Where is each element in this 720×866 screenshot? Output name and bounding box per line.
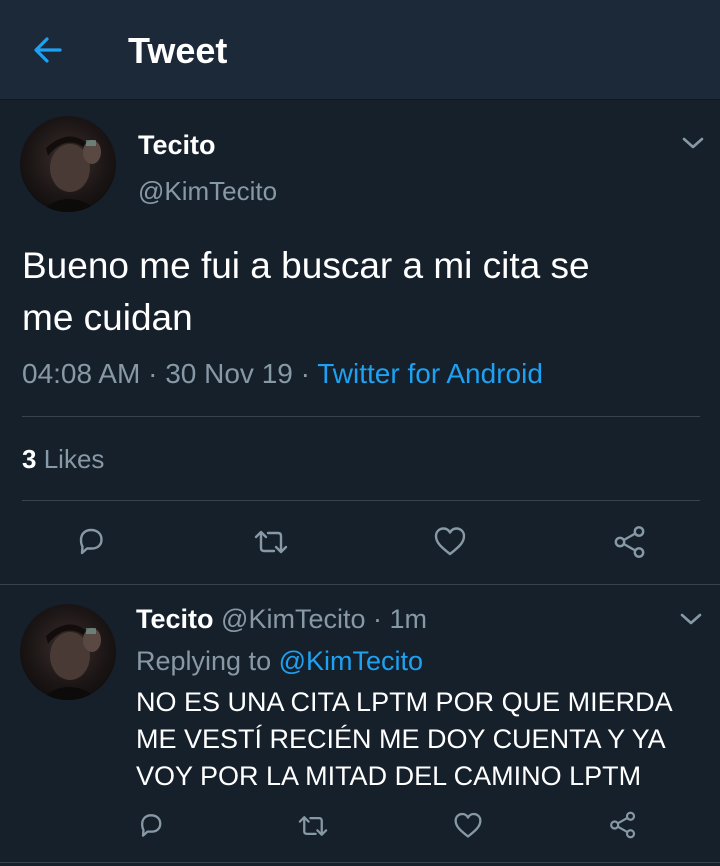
tweet-text-line: Bueno me fui a buscar a mi cita se [22, 245, 590, 286]
share-icon[interactable] [612, 524, 648, 560]
avatar[interactable] [20, 116, 116, 212]
page-title: Tweet [128, 30, 228, 71]
tweet-meta: 04:08 AM · 30 Nov 19 · Twitter for Andro… [22, 358, 543, 390]
meta-separator: · [373, 604, 382, 634]
tweet-date: 30 Nov 19 [165, 358, 293, 389]
retweet-icon[interactable] [296, 812, 330, 840]
replying-label: Replying to [136, 646, 272, 676]
divider [22, 500, 700, 501]
likes-number: 3 [22, 444, 37, 474]
reply-icon[interactable] [74, 524, 108, 558]
share-icon[interactable] [608, 810, 638, 840]
reply-text: NO ES UNA CITA LPTM POR QUE MIERDA ME VE… [136, 684, 696, 795]
likes-count[interactable]: 3 Likes [22, 444, 104, 475]
chevron-down-icon[interactable] [680, 134, 706, 152]
reply-text-line: ME VESTÍ RECIÉN ME DOY CUENTA Y YA [136, 724, 666, 754]
tweet-text-line: me cuidan [22, 297, 193, 338]
reply-text-line: VOY POR LA MITAD DEL CAMINO LPTM [136, 761, 642, 791]
like-icon[interactable] [452, 810, 484, 840]
divider [0, 584, 720, 585]
divider [0, 862, 720, 863]
top-bar: Tweet [0, 0, 720, 100]
user-handle[interactable]: @KimTecito [221, 604, 365, 634]
reply-header: Tecito @KimTecito · 1m [136, 604, 427, 635]
back-arrow-icon[interactable] [30, 32, 66, 68]
reply-icon[interactable] [136, 810, 166, 840]
tweet-source-link[interactable]: Twitter for Android [317, 358, 543, 389]
tweet-text: Bueno me fui a buscar a mi cita se me cu… [22, 240, 702, 344]
like-icon[interactable] [432, 524, 468, 558]
avatar[interactable] [20, 604, 116, 700]
mention-link[interactable]: @KimTecito [279, 646, 423, 676]
user-handle[interactable]: @KimTecito [138, 176, 277, 207]
replying-to: Replying to @KimTecito [136, 646, 423, 677]
chevron-down-icon[interactable] [678, 610, 704, 628]
meta-separator: · [148, 358, 158, 389]
reply-text-line: NO ES UNA CITA LPTM POR QUE MIERDA [136, 687, 673, 717]
divider [22, 416, 700, 417]
display-name[interactable]: Tecito [136, 604, 214, 634]
retweet-icon[interactable] [252, 526, 290, 558]
reply-time: 1m [389, 604, 428, 634]
likes-label: Likes [43, 444, 105, 474]
tweet-time: 04:08 AM [22, 358, 141, 389]
display-name[interactable]: Tecito [138, 130, 216, 161]
meta-separator: · [300, 358, 310, 389]
